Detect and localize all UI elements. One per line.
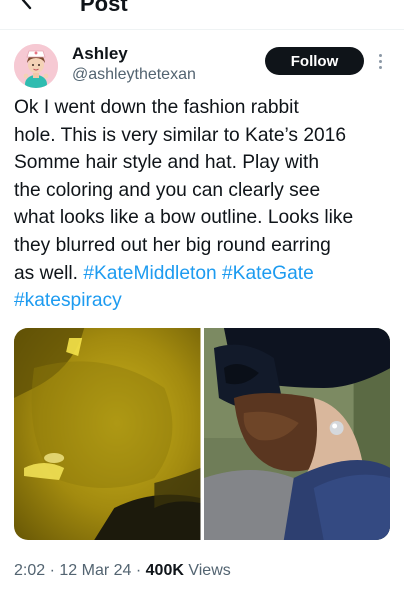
meta-separator: · <box>135 562 142 579</box>
user-handle[interactable]: @ashleythetexan <box>72 66 196 84</box>
follow-button[interactable]: Follow <box>265 47 364 75</box>
media-image-right[interactable] <box>203 328 390 540</box>
avatar[interactable] <box>14 44 58 88</box>
back-button[interactable] <box>14 0 42 14</box>
yellow-tinted-photo-icon <box>14 328 201 540</box>
tweet-line: #katespiracy <box>14 287 394 315</box>
media-grid <box>14 328 390 540</box>
hashtag-link[interactable]: #KateMiddleton <box>83 263 216 284</box>
tweet-line: the coloring and you can clearly see <box>14 179 321 201</box>
hashtag-link[interactable]: #katespiracy <box>14 290 122 311</box>
top-bar: Post <box>0 0 404 30</box>
vertical-dots-icon <box>378 65 382 69</box>
tweet-line: they blurred out her big round earring <box>14 234 331 256</box>
media-image-left[interactable] <box>14 328 201 540</box>
more-options-button[interactable] <box>372 48 388 74</box>
hashtag-link[interactable]: #KateGate <box>222 263 314 284</box>
views-count: 400K <box>145 562 184 579</box>
tweet-date[interactable]: 12 Mar 24 <box>59 562 131 579</box>
tweet-line: as well. #KateMiddleton #KateGate <box>14 260 394 288</box>
meta-separator: · <box>49 562 55 579</box>
vertical-dots-icon <box>378 53 382 57</box>
tweet-line: what looks like a bow outline. Looks lik… <box>14 207 354 229</box>
tweet-line-text: as well. <box>14 262 78 284</box>
tweet-line: Somme hair style and hat. Play with <box>14 152 320 174</box>
page-title: Post <box>80 0 128 16</box>
tweet-time[interactable]: 2:02 <box>14 562 45 579</box>
views-label: Views <box>188 562 231 579</box>
tweet-text: Ok I went down the fashion rabbit hole. … <box>14 94 394 315</box>
arrow-left-icon <box>21 0 32 10</box>
tweet-line: Ok I went down the fashion rabbit <box>14 97 299 118</box>
display-name[interactable]: Ashley <box>72 44 128 64</box>
vertical-dots-icon <box>378 59 382 63</box>
tweet-meta: 2:02 · 12 Mar 24 · 400K Views <box>14 562 231 580</box>
woman-hat-bow-photo-icon <box>203 328 390 540</box>
tweet-line: hole. This is very similar to Kate’s 201… <box>14 124 347 146</box>
nurse-avatar-icon <box>14 44 58 88</box>
